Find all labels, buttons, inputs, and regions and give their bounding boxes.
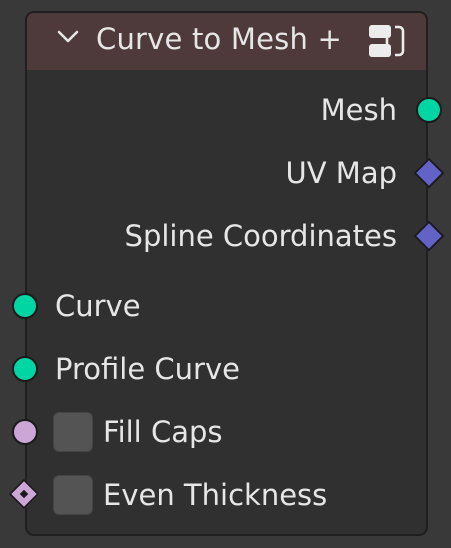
even-thickness-checkbox[interactable] — [53, 475, 93, 515]
input-label-even-thickness: Even Thickness — [103, 478, 328, 512]
node-group-icon[interactable] — [366, 20, 408, 62]
node-title: Curve to Mesh + — [96, 22, 342, 56]
input-label-fill-caps: Fill Caps — [103, 415, 223, 449]
input-label-curve: Curve — [55, 289, 141, 323]
node-header[interactable]: Curve to Mesh + — [27, 13, 426, 70]
output-label-uv-map: UV Map — [285, 156, 397, 190]
output-socket-mesh[interactable] — [416, 97, 442, 123]
curve-to-mesh-node[interactable]: Curve to Mesh + — [25, 11, 428, 536]
output-label-spline-coordinates: Spline Coordinates — [124, 219, 397, 253]
input-socket-curve[interactable] — [12, 293, 38, 319]
input-label-profile-curve: Profile Curve — [55, 352, 240, 386]
fill-caps-checkbox[interactable] — [53, 412, 93, 452]
input-socket-fill-caps[interactable] — [12, 419, 38, 445]
output-label-mesh: Mesh — [320, 93, 397, 127]
chevron-down-icon[interactable] — [57, 30, 79, 44]
input-socket-profile-curve[interactable] — [12, 356, 38, 382]
